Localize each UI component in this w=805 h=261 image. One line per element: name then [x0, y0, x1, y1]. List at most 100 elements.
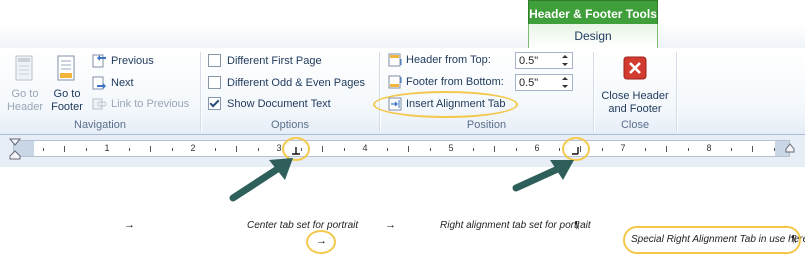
go-to-footer-label-1: Go to: [53, 88, 81, 100]
footer-from-bottom-row: Footer from Bottom:: [388, 72, 504, 93]
position-group-label: Position: [466, 119, 507, 131]
callout-arrow-icon: [229, 158, 293, 202]
different-odd-even-checkbox[interactable]: Different Odd & Even Pages: [208, 73, 365, 93]
ruler-tick: [644, 148, 646, 151]
alignment-tab-icon: [388, 97, 402, 111]
ruler-tick: [494, 146, 495, 152]
ruler-number: 2: [190, 143, 196, 153]
show-document-text-label: Show Document Text: [227, 98, 331, 110]
close-label-2: and Footer: [608, 103, 662, 115]
link-icon: [92, 98, 107, 110]
pilcrow-mark-1: ¶: [574, 220, 580, 231]
word-window: Header & Footer Tools Design Go to Heade…: [0, 0, 805, 261]
previous-button[interactable]: Previous: [92, 52, 154, 71]
footer-from-bottom-value: 0.5": [519, 77, 539, 89]
document-page[interactable]: → Center tab set for portrait → Right al…: [0, 167, 805, 261]
footer-spin-arrows[interactable]: [562, 75, 570, 90]
options-group-label: Options: [271, 119, 309, 131]
go-to-header-label-2: Header: [6, 101, 44, 113]
indent-marker-icon[interactable]: [9, 138, 21, 160]
header-from-top-value: 0.5": [519, 55, 539, 67]
ruler-tick: [730, 148, 732, 151]
next-section-icon: [92, 76, 106, 90]
close-group-label: Close: [620, 119, 650, 131]
link-to-previous-button[interactable]: Link to Previous: [92, 95, 189, 114]
center-tab-text: Center tab set for portrait: [247, 220, 359, 231]
ruler-tick: [429, 148, 431, 151]
options-group: Different First Page Different Odd & Eve…: [201, 48, 379, 134]
ruler-tick: [171, 148, 173, 151]
next-button[interactable]: Next: [92, 74, 134, 93]
footer-position-icon: [388, 75, 402, 89]
ruler-tick: [386, 148, 388, 151]
right-indent-marker-icon[interactable]: [785, 143, 795, 153]
previous-label: Previous: [111, 55, 154, 67]
footer-page-icon: [57, 55, 75, 81]
ruler-tick: [64, 146, 65, 152]
ruler-tick: [408, 146, 409, 152]
group-divider: [676, 52, 677, 132]
ruler-tick: [85, 148, 87, 151]
ruler-tick: [343, 148, 345, 151]
ruler-tick: [752, 146, 753, 152]
close-icon: [623, 56, 647, 80]
footer-from-bottom-label: Footer from Bottom:: [406, 76, 504, 88]
ruler-tick: [472, 148, 474, 151]
ruler-tick: [128, 148, 130, 151]
go-to-footer-button[interactable]: Go to Footer: [48, 54, 86, 114]
go-to-header-button[interactable]: Go to Header: [6, 54, 44, 114]
show-document-text-box[interactable]: [208, 96, 221, 110]
ruler-tick: [150, 146, 151, 152]
ribbon-tab-strip: [0, 24, 805, 49]
position-group: Header from Top: 0.5" Footer from Bottom…: [373, 48, 593, 134]
header-from-top-input[interactable]: 0.5": [515, 52, 573, 69]
show-document-text-checkbox[interactable]: Show Document Text: [208, 94, 331, 114]
insert-alignment-tab-label: Insert Alignment Tab: [406, 98, 506, 110]
ruler-number: 4: [362, 143, 368, 153]
different-odd-even-label: Different Odd & Even Pages: [227, 77, 365, 89]
ribbon: Go to Header Go to Footer Previous Next …: [0, 48, 805, 135]
ruler-tick: [601, 148, 603, 151]
ruler-tick: [322, 146, 323, 152]
header-page-icon: [15, 55, 33, 81]
go-to-footer-label-2: Footer: [51, 101, 83, 113]
close-label-1: Close Header: [601, 90, 669, 102]
navigation-group-label: Navigation: [74, 119, 126, 131]
header-from-top-row: Header from Top:: [388, 50, 491, 71]
special-right-tab-text: Special Right Alignment Tab in use here: [631, 234, 805, 245]
tab-mark-3: →: [316, 235, 327, 247]
ruler-tick: [687, 148, 689, 151]
tab-mark-1: →: [124, 219, 135, 231]
ruler-number: 8: [706, 143, 712, 153]
ruler-tick: [42, 148, 44, 151]
next-label: Next: [111, 77, 134, 89]
header-position-icon: [388, 53, 402, 67]
link-to-previous-label: Link to Previous: [111, 98, 190, 110]
go-to-header-label-1: Go to: [11, 88, 39, 100]
callout-arrow-icon: [512, 160, 574, 192]
ruler-tick: [666, 146, 667, 152]
navigation-group: Go to Header Go to Footer Previous Next …: [0, 48, 200, 134]
header-from-top-label: Header from Top:: [406, 54, 491, 66]
pilcrow-mark-2: ¶: [791, 234, 797, 245]
ruler-number: 5: [448, 143, 454, 153]
ruler-number: 7: [620, 143, 626, 153]
header-spin-arrows[interactable]: [562, 53, 570, 68]
previous-section-icon: [92, 54, 106, 68]
insert-alignment-tab-button[interactable]: Insert Alignment Tab: [388, 94, 505, 115]
tab-design[interactable]: Design: [528, 24, 658, 48]
different-first-page-label: Different First Page: [227, 55, 322, 67]
ruler-number: 1: [104, 143, 110, 153]
right-tab-text: Right alignment tab set for portrait: [440, 220, 591, 231]
footer-from-bottom-input[interactable]: 0.5": [515, 74, 573, 91]
close-header-footer-button[interactable]: Close Header and Footer: [596, 56, 674, 116]
ruler-tick: [214, 148, 216, 151]
different-first-page-box[interactable]: [208, 53, 221, 67]
tab-mark-2: →: [385, 219, 396, 231]
horizontal-ruler[interactable]: 12345678: [13, 140, 790, 157]
ruler-tick: [773, 148, 775, 151]
contextual-tab-title: Header & Footer Tools: [528, 0, 658, 24]
close-group: Close Header and Footer Close: [594, 48, 676, 134]
different-odd-even-box[interactable]: [208, 75, 221, 89]
different-first-page-checkbox[interactable]: Different First Page: [208, 51, 322, 71]
